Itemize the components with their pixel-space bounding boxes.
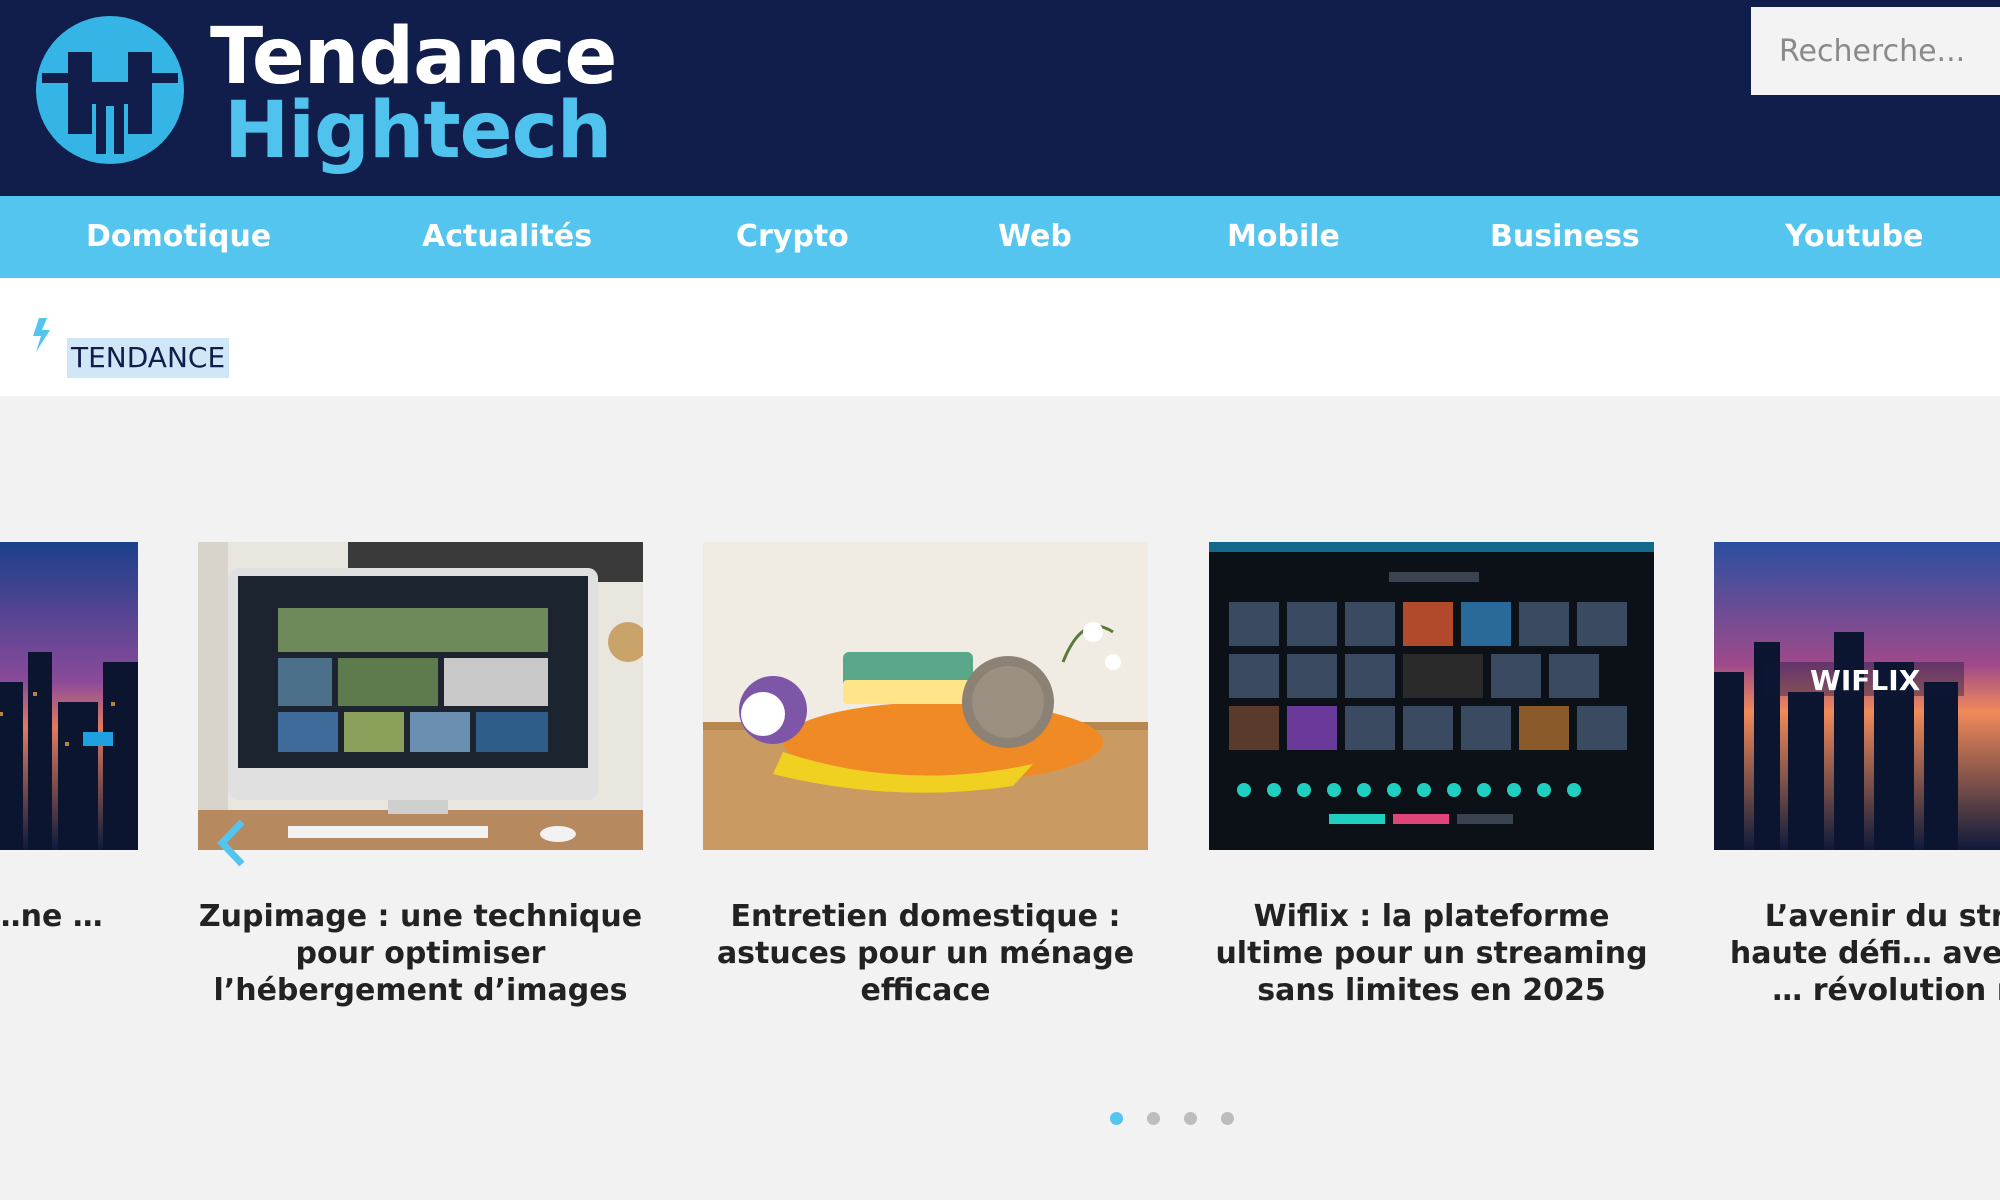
carousel-dot[interactable] [1221,1112,1234,1125]
article-thumbnail[interactable] [1209,542,1654,850]
nav-item-web[interactable]: Web [998,196,1072,278]
nav-item-mobile[interactable]: Mobile [1227,196,1340,278]
logo-text-hightech: Hightech [224,86,612,176]
site-header: Tendance Hightech [0,0,2000,196]
carousel-dot[interactable] [1184,1112,1197,1125]
bolt-icon [33,318,50,352]
nav-item-domotique[interactable]: Domotique [86,196,271,278]
article-title[interactable]: Wiflix : la plateforme ultime pour un st… [1209,898,1654,1009]
logo-mark-icon [36,16,184,164]
chevron-left-icon[interactable] [214,818,254,868]
carousel-dot[interactable] [1110,1112,1123,1125]
city-image: WIFLIX [1714,542,2000,850]
cleaning-image [703,542,1148,850]
article-thumbnail[interactable] [198,542,643,850]
article-card[interactable]: Wiflix : la plateforme ultime pour un st… [1209,542,1654,1102]
search-input[interactable] [1751,7,2000,95]
article-thumbnail[interactable]: WIFLIX [1714,542,2000,850]
article-thumbnail[interactable] [703,542,1148,850]
trending-carousel: …aming …ition …ne …érique [0,396,2000,1200]
nav-item-business[interactable]: Business [1490,196,1640,278]
nav-item-actualites[interactable]: Actualités [422,196,592,278]
article-title[interactable]: Zupimage : une technique pour optimiser … [198,898,643,1009]
nav-item-youtube[interactable]: Youtube [1785,196,1923,278]
streaming-image [1209,542,1654,850]
article-card[interactable]: Entretien domestique : astuces pour un m… [703,542,1148,1102]
article-card[interactable]: …aming …ition …ne …érique [0,542,138,1102]
city-image [0,542,138,850]
article-thumbnail[interactable] [0,542,138,850]
main-nav: Domotique Actualités Crypto Web Mobile B… [0,196,2000,278]
svg-text:WIFLIX: WIFLIX [1810,664,1921,697]
article-title[interactable]: L’avenir du stre… en haute défi… avec wi… [1714,898,2000,1009]
trending-bar: TENDANCE [0,278,2000,396]
article-card[interactable]: WIFLIX L’avenir du stre… en haute défi… … [1714,542,2000,1102]
trending-label: TENDANCE [67,338,230,378]
carousel-dot[interactable] [1147,1112,1160,1125]
logo-text-tendance: Tendance [210,12,617,102]
imac-image [198,542,643,850]
nav-item-crypto[interactable]: Crypto [736,196,849,278]
article-title[interactable]: Entretien domestique : astuces pour un m… [703,898,1148,1009]
site-logo[interactable]: Tendance Hightech [34,12,617,172]
article-title[interactable]: …aming …ition …ne …érique [0,898,138,972]
article-card[interactable]: Zupimage : une technique pour optimiser … [198,542,643,1102]
